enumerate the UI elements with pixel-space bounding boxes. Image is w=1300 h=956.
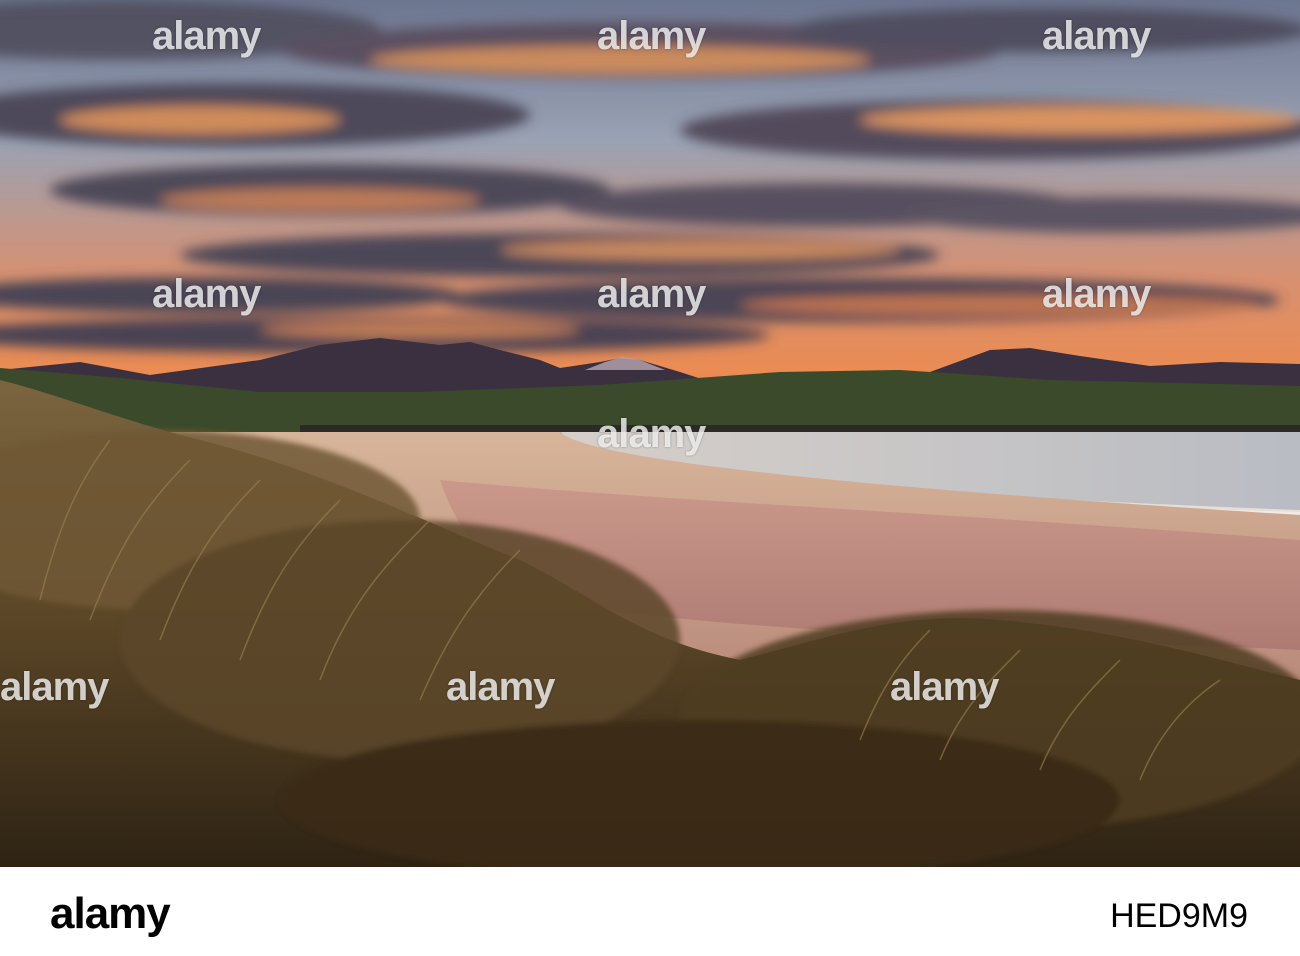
footer-bar: alamy HED9M9 bbox=[0, 867, 1300, 956]
watermark: alamy bbox=[1042, 272, 1151, 316]
watermark: alamy bbox=[597, 412, 706, 456]
image-id: HED9M9 bbox=[1110, 897, 1248, 935]
footer-logo: alamy bbox=[50, 889, 171, 938]
watermark: alamy bbox=[1042, 14, 1151, 58]
watermark: alamy bbox=[890, 665, 999, 709]
watermark: alamy bbox=[152, 272, 261, 316]
watermark: alamy bbox=[0, 665, 109, 709]
watermark: alamy bbox=[152, 14, 261, 58]
watermark: alamy bbox=[597, 14, 706, 58]
watermark: alamy bbox=[446, 665, 555, 709]
watermark: alamy bbox=[597, 272, 706, 316]
landscape-photo: alamy alamy alamy alamy alamy alamy alam… bbox=[0, 0, 1300, 867]
